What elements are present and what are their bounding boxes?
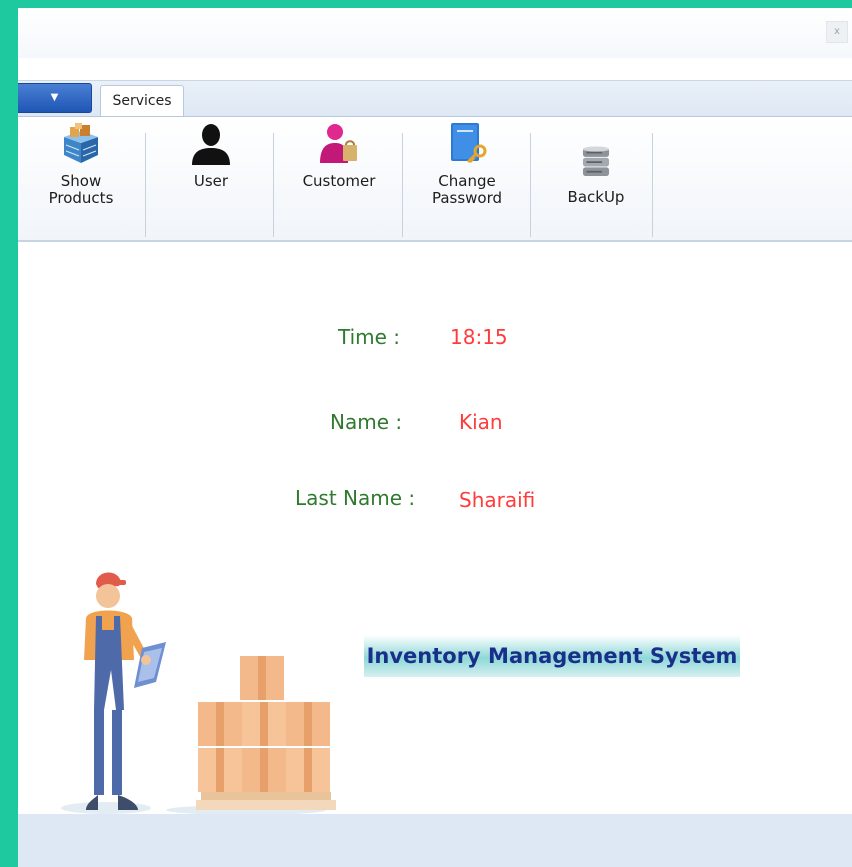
show-products-button[interactable]: Show Products — [36, 121, 126, 235]
user-button[interactable]: User — [166, 121, 256, 235]
name-value: Kian — [459, 410, 503, 434]
ribbon-separator — [530, 133, 531, 237]
ribbon-separator — [273, 133, 274, 237]
name-label: Name : — [330, 410, 403, 434]
customer-button[interactable]: Customer — [294, 121, 384, 235]
show-products-label-line2: Products — [48, 189, 114, 207]
title-bar: x — [18, 8, 852, 58]
user-icon — [192, 124, 230, 165]
database-icon — [582, 146, 610, 177]
ribbon-separator — [145, 133, 146, 237]
warehouse-worker-illustration — [61, 572, 336, 815]
password-book-key-icon — [451, 123, 487, 164]
app-title-banner: Inventory Management System — [364, 635, 740, 677]
customer-label: Customer — [302, 172, 376, 190]
tab-strip: ▼ Services — [18, 80, 852, 117]
show-products-label-line1: Show — [60, 172, 102, 190]
last-name-label: Last Name : — [295, 486, 416, 510]
backup-button[interactable]: BackUp — [551, 143, 641, 257]
change-password-label-line1: Change — [438, 172, 496, 190]
status-footer — [18, 814, 852, 867]
ribbon-separator — [652, 133, 653, 237]
ribbon-separator — [402, 133, 403, 237]
last-name-value: Sharaifi — [459, 488, 536, 512]
close-button[interactable]: x — [826, 21, 848, 43]
change-password-label-line2: Password — [431, 189, 503, 207]
products-box-icon — [64, 123, 98, 163]
tab-services[interactable]: Services — [100, 85, 184, 117]
backup-label: BackUp — [567, 188, 625, 206]
user-info-panel: Time : 18:15 Name : Kian Last Name : Sha… — [18, 248, 852, 548]
time-value: 18:15 — [450, 325, 508, 349]
user-label: User — [193, 172, 229, 190]
application-menu-button[interactable]: ▼ — [18, 83, 92, 113]
customer-icon — [320, 124, 357, 163]
ribbon-toolbar: Show Products User Customer Change Passw… — [18, 116, 852, 242]
main-window: x ▼ Services Show Products User Customer… — [18, 8, 852, 867]
change-password-button[interactable]: Change Password — [422, 121, 512, 235]
time-label: Time : — [338, 325, 401, 349]
